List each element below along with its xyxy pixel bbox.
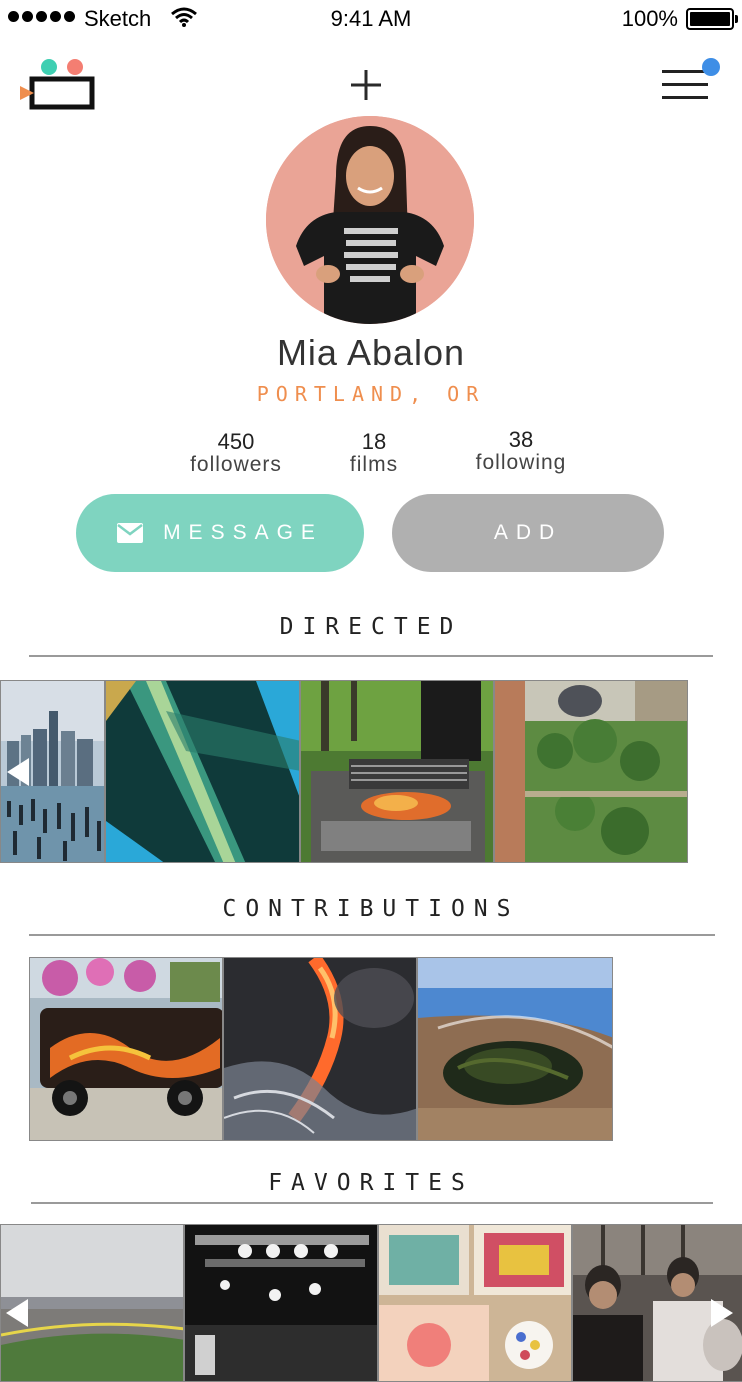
section-title-contributions: CONTRIBUTIONS [222, 896, 520, 922]
message-button[interactable]: MESSAGE [76, 494, 364, 572]
add-label: ADD [493, 521, 563, 544]
hamburger-line [662, 96, 708, 99]
status-bar: Sketch 9:41 AM 100% [0, 0, 742, 38]
stat-value: 18 [361, 429, 387, 454]
contributions-film-strip[interactable] [29, 957, 613, 1141]
menu-button[interactable] [656, 58, 722, 108]
film-thumbnail[interactable] [223, 957, 417, 1141]
stat-films[interactable]: 18 films [334, 430, 414, 476]
plus-icon [351, 70, 381, 100]
hamburger-line [662, 83, 708, 86]
directed-film-strip[interactable] [0, 680, 742, 863]
camera-logo-icon[interactable] [20, 58, 100, 114]
message-label: MESSAGE [163, 521, 323, 544]
add-button[interactable]: ADD [392, 494, 664, 572]
divider [29, 934, 715, 936]
film-thumbnail[interactable] [572, 1224, 742, 1382]
battery-percent: 100% [621, 6, 678, 31]
notification-dot-icon [702, 58, 720, 76]
stat-label: following [475, 451, 567, 474]
film-thumbnail[interactable] [105, 680, 300, 863]
stat-following[interactable]: 38 following [462, 428, 580, 474]
avatar[interactable] [266, 116, 474, 324]
stat-followers[interactable]: 450 followers [176, 430, 296, 476]
film-thumbnail[interactable] [494, 680, 688, 863]
divider [29, 655, 713, 657]
chevron-right-icon[interactable] [711, 1299, 733, 1327]
profile-location: PORTLAND, OR [256, 382, 486, 406]
stat-label: followers [190, 453, 282, 476]
section-title-favorites: FAVORITES [268, 1170, 474, 1196]
chevron-left-icon[interactable] [7, 758, 29, 786]
stat-value: 38 [508, 427, 534, 452]
battery-icon [686, 8, 738, 30]
film-thumbnail[interactable] [417, 957, 613, 1141]
film-thumbnail[interactable] [378, 1224, 572, 1382]
hamburger-menu-icon [662, 70, 708, 73]
profile-name: Mia Abalon [276, 332, 466, 373]
envelope-icon [117, 523, 144, 543]
add-film-button[interactable] [341, 60, 391, 110]
stat-value: 450 [217, 429, 255, 454]
film-thumbnail[interactable] [0, 1224, 184, 1382]
chevron-left-icon[interactable] [6, 1299, 28, 1327]
film-thumbnail[interactable] [29, 957, 223, 1141]
section-title-directed: DIRECTED [279, 614, 463, 640]
stat-label: films [349, 453, 399, 476]
divider [31, 1202, 713, 1204]
favorites-film-strip[interactable] [0, 1224, 742, 1382]
film-thumbnail[interactable] [300, 680, 494, 863]
film-thumbnail[interactable] [0, 680, 105, 863]
film-thumbnail[interactable] [184, 1224, 378, 1382]
